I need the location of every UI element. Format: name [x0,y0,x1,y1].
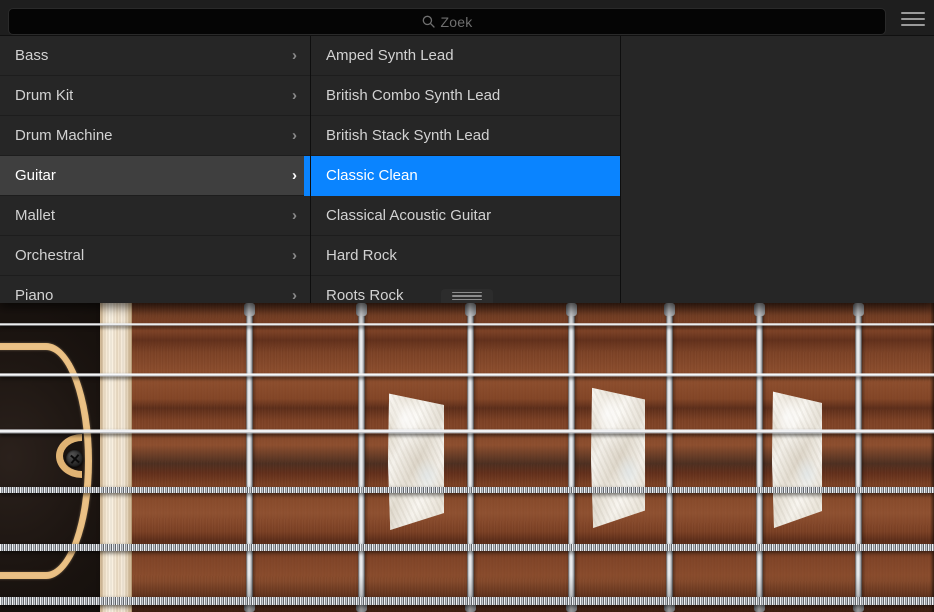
category-row-drum-machine[interactable]: Drum Machine › [0,116,310,156]
patch-row-british-stack-synth-lead[interactable]: British Stack Synth Lead [311,116,620,156]
patch-row-classical-acoustic-guitar[interactable]: Classical Acoustic Guitar [311,196,620,236]
browser-columns: Bass›Drum Kit›Drum Machine›Guitar›Mallet… [0,36,934,303]
guitar-string-4[interactable] [0,487,934,493]
guitar-headstock [0,303,100,612]
panel-resize-handle[interactable] [441,289,493,303]
category-row-piano[interactable]: Piano › [0,276,310,303]
category-label: Orchestral [15,247,84,264]
patch-label: Classic Clean [326,167,418,184]
guitar-fretboard[interactable] [132,303,934,612]
patch-label: Classical Acoustic Guitar [326,207,491,224]
hamburger-menu-icon[interactable] [901,10,925,28]
guitar-string-5[interactable] [0,544,934,551]
guitar-string-1[interactable] [0,323,934,326]
category-label: Bass [15,47,48,64]
menu-line-1 [901,12,925,14]
chevron-right-icon: › [292,288,297,303]
category-row-orchestral[interactable]: Orchestral › [0,236,310,276]
search-bar-row: Zoek [0,0,934,36]
guitar-string-6[interactable] [0,597,934,605]
chevron-right-icon: › [292,248,297,263]
category-label: Guitar [15,167,56,184]
guitar-string-2[interactable] [0,373,934,377]
chevron-right-icon: › [292,168,297,183]
category-column[interactable]: Bass›Drum Kit›Drum Machine›Guitar›Mallet… [0,36,311,303]
search-icon [422,15,435,28]
category-label: Drum Kit [15,87,73,104]
category-label: Mallet [15,207,55,224]
patch-column[interactable]: Amped Synth Lead British Combo Synth Lead… [311,36,621,303]
category-row-guitar[interactable]: Guitar › [0,156,310,196]
chevron-right-icon: › [292,88,297,103]
search-placeholder-text: Zoek [441,14,473,30]
instrument-browser-panel: Zoek Bass›Drum Kit›Drum Machine›Guitar›M… [0,0,934,303]
patch-label: Hard Rock [326,247,397,264]
patch-label: British Stack Synth Lead [326,127,489,144]
chevron-right-icon: › [292,48,297,63]
guitar-nut [100,303,132,612]
category-row-drum-kit[interactable]: Drum Kit › [0,76,310,116]
menu-line-3 [901,24,925,26]
patch-label: Amped Synth Lead [326,47,454,64]
search-input[interactable]: Zoek [8,8,886,35]
selection-indicator [304,156,310,196]
menu-line-2 [901,18,925,20]
handle-line-1 [452,292,482,294]
detail-column[interactable] [621,36,934,303]
patch-row-classic-clean[interactable]: Classic Clean [311,156,620,196]
patch-label: British Combo Synth Lead [326,87,500,104]
truss-rod-screw-icon [66,450,83,467]
patch-row-hard-rock[interactable]: Hard Rock [311,236,620,276]
patch-row-amped-synth-lead[interactable]: Amped Synth Lead [311,36,620,76]
category-label: Piano [15,287,53,303]
fretboard-right-edge [930,303,934,612]
patch-row-british-combo-synth-lead[interactable]: British Combo Synth Lead [311,76,620,116]
handle-line-2 [452,295,482,297]
patch-label: Roots Rock [326,287,404,303]
category-label: Drum Machine [15,127,113,144]
chevron-right-icon: › [292,128,297,143]
category-row-bass[interactable]: Bass › [0,36,310,76]
category-row-mallet[interactable]: Mallet › [0,196,310,236]
fretboard-shading [132,303,934,612]
chevron-right-icon: › [292,208,297,223]
guitar-string-3[interactable] [0,429,934,434]
handle-line-3 [452,299,482,301]
app-window: Zoek Bass›Drum Kit›Drum Machine›Guitar›M… [0,0,934,612]
